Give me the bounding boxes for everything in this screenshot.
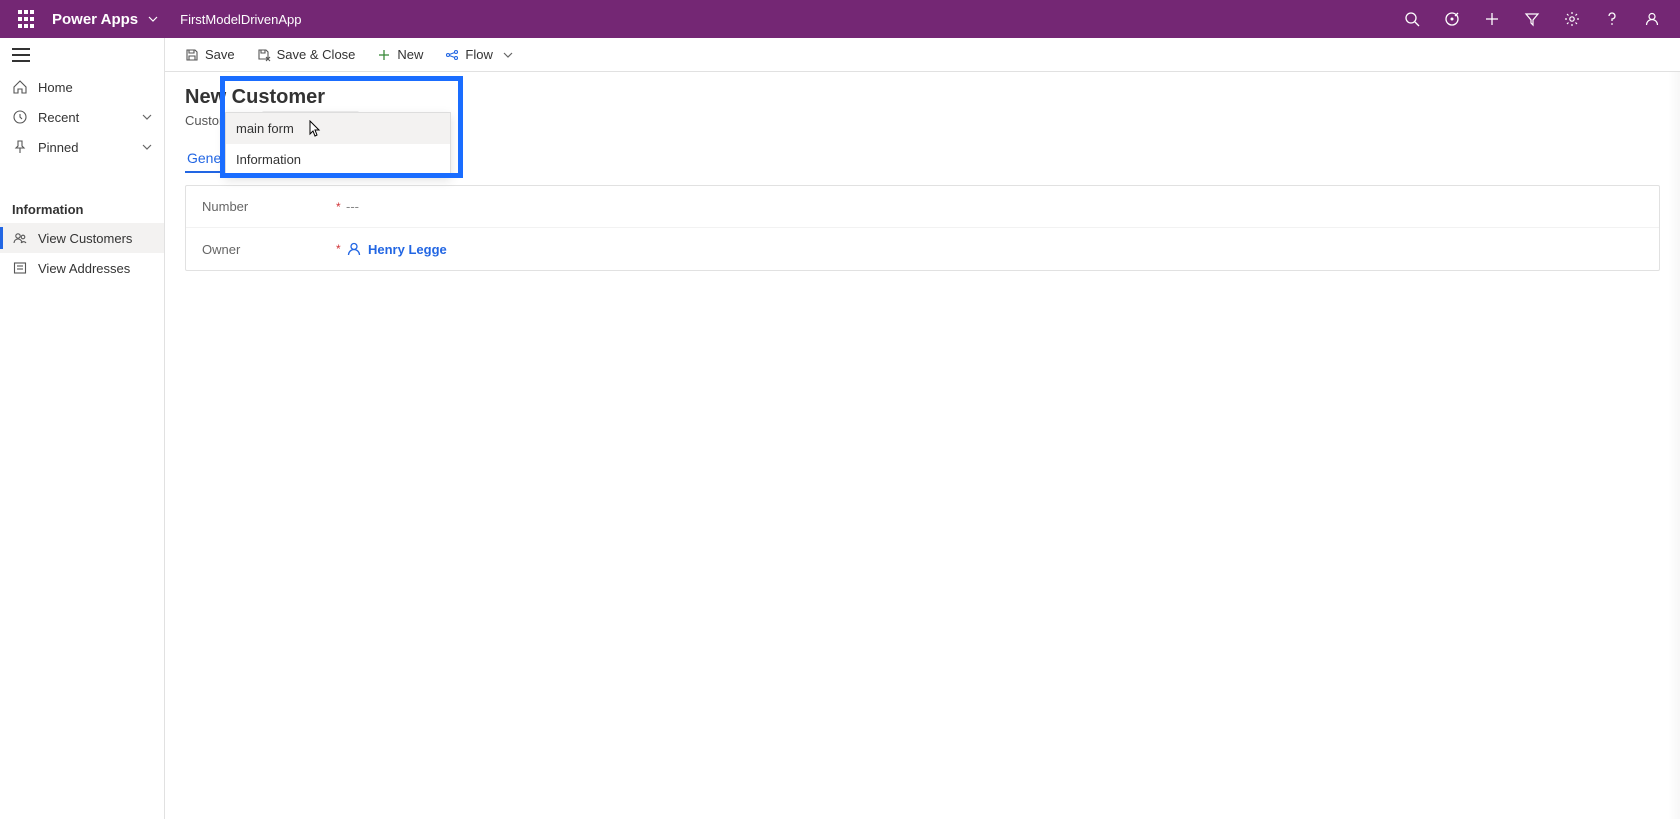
- nav-home-label: Home: [38, 80, 73, 95]
- clock-icon: [12, 109, 28, 125]
- chevron-down-icon: [503, 50, 513, 60]
- target-icon[interactable]: [1432, 0, 1472, 38]
- search-icon[interactable]: [1392, 0, 1432, 38]
- brand-label[interactable]: Power Apps: [52, 11, 138, 28]
- nav-view-customers-label: View Customers: [38, 231, 132, 246]
- flow-label: Flow: [465, 47, 492, 62]
- app-name-label: FirstModelDrivenApp: [180, 12, 301, 27]
- new-button[interactable]: New: [369, 43, 431, 66]
- add-icon[interactable]: [1472, 0, 1512, 38]
- save-close-button[interactable]: Save & Close: [249, 43, 364, 66]
- chevron-down-icon: [142, 112, 152, 122]
- page-title: New Customer: [185, 86, 1660, 109]
- nav-view-addresses[interactable]: View Addresses: [0, 253, 164, 283]
- nav-view-customers[interactable]: View Customers: [0, 223, 164, 253]
- gear-icon[interactable]: [1552, 0, 1592, 38]
- chevron-down-icon: [142, 142, 152, 152]
- nav-group-label: Information: [0, 192, 164, 223]
- people-icon: [12, 230, 28, 246]
- flow-icon: [445, 48, 459, 62]
- form-area: New Customer Customer · Information Gene…: [165, 72, 1680, 819]
- dropdown-item-main-form[interactable]: main form: [226, 113, 450, 144]
- field-number-label: Number: [202, 199, 248, 214]
- nav-recent[interactable]: Recent: [0, 102, 164, 132]
- save-close-label: Save & Close: [277, 47, 356, 62]
- command-bar: Save Save & Close New Flow: [165, 38, 1680, 72]
- scrollbar[interactable]: [1668, 72, 1680, 819]
- nav-pinned[interactable]: Pinned: [0, 132, 164, 162]
- field-owner-value[interactable]: Henry Legge: [346, 241, 447, 257]
- nav-view-addresses-label: View Addresses: [38, 261, 130, 276]
- field-owner-row: Owner * Henry Legge: [186, 228, 1659, 270]
- address-icon: [12, 260, 28, 276]
- save-icon: [185, 48, 199, 62]
- dropdown-item-label: Information: [236, 152, 301, 167]
- app-launcher-icon[interactable]: [16, 9, 36, 29]
- save-close-icon: [257, 48, 271, 62]
- new-label: New: [397, 47, 423, 62]
- flow-button[interactable]: Flow: [437, 43, 520, 66]
- form-section: Number * --- Owner * Henry Legge: [185, 185, 1660, 271]
- field-number-row: Number * ---: [186, 186, 1659, 228]
- help-icon[interactable]: [1592, 0, 1632, 38]
- user-icon: [346, 241, 362, 257]
- required-indicator: *: [336, 242, 346, 256]
- save-button[interactable]: Save: [177, 43, 243, 66]
- user-avatar-icon[interactable]: [1632, 0, 1672, 38]
- global-header: Power Apps FirstModelDrivenApp: [0, 0, 1680, 38]
- nav-home[interactable]: Home: [0, 72, 164, 102]
- nav-pinned-label: Pinned: [38, 140, 78, 155]
- field-number-placeholder: ---: [346, 199, 359, 214]
- save-label: Save: [205, 47, 235, 62]
- form-selector-dropdown: main form Information: [225, 112, 451, 176]
- filter-icon[interactable]: [1512, 0, 1552, 38]
- required-indicator: *: [336, 200, 346, 214]
- dropdown-item-information[interactable]: Information: [226, 144, 450, 175]
- chevron-down-icon[interactable]: [148, 14, 158, 24]
- dropdown-item-label: main form: [236, 121, 294, 136]
- home-icon: [12, 79, 28, 95]
- owner-link[interactable]: Henry Legge: [368, 242, 447, 257]
- field-number-value[interactable]: ---: [346, 199, 359, 214]
- left-nav: Home Recent Pinned Information View Cu: [0, 38, 165, 819]
- field-owner-label: Owner: [202, 242, 240, 257]
- nav-recent-label: Recent: [38, 110, 79, 125]
- pin-icon: [12, 139, 28, 155]
- hamburger-icon[interactable]: [12, 48, 30, 62]
- plus-icon: [377, 48, 391, 62]
